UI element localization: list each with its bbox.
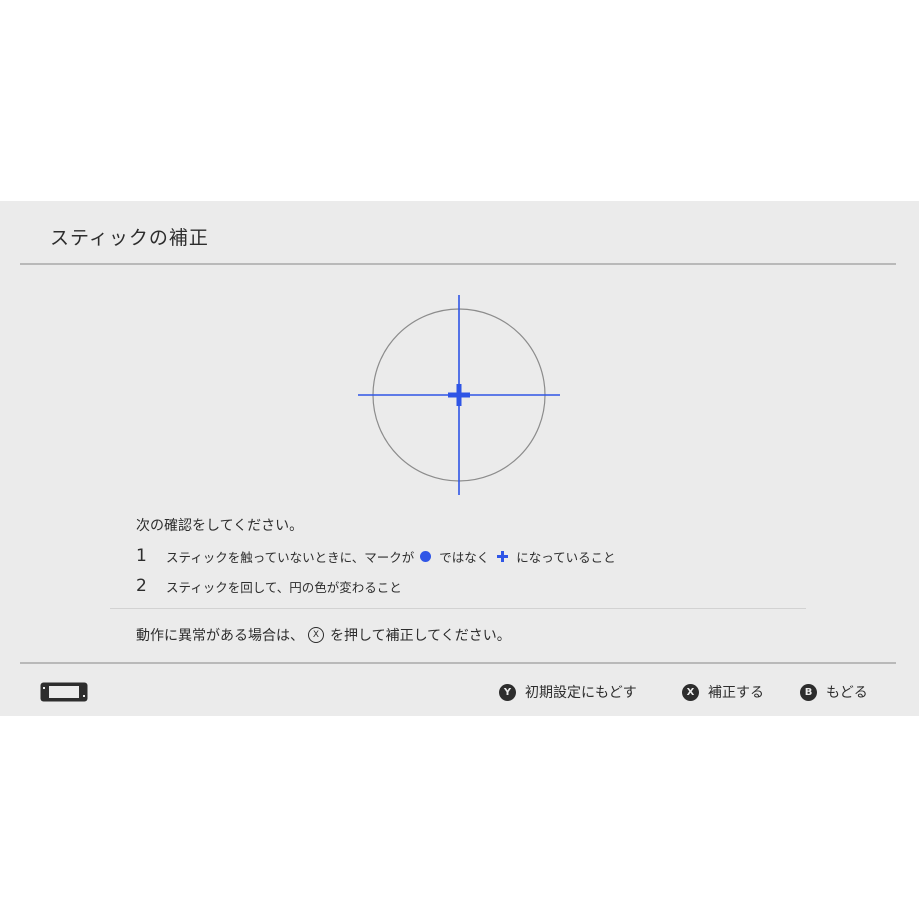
- step-text-middle: ではなく: [439, 549, 490, 565]
- page-title: スティックの補正: [50, 227, 209, 249]
- instruction-step-1: 1 スティックを触っていないときに、マークが ではなく になっていること: [136, 546, 616, 566]
- calibration-note: 動作に異常がある場合は、 X を押して補正してください。: [136, 625, 511, 645]
- back-button[interactable]: B もどる: [800, 682, 868, 702]
- calibrate-label: 補正する: [708, 685, 764, 701]
- reset-defaults-label: 初期設定にもどす: [525, 685, 637, 701]
- reset-defaults-button[interactable]: Y 初期設定にもどす: [499, 682, 637, 702]
- switch-console-icon: [40, 682, 88, 702]
- x-button-icon: X: [682, 683, 699, 701]
- header-divider: [20, 263, 896, 265]
- content-divider: [110, 608, 806, 609]
- step-number: 2: [136, 576, 147, 596]
- b-button-icon: B: [800, 683, 817, 701]
- note-text-before: 動作に異常がある場合は、: [136, 628, 304, 644]
- footer-bar: Y 初期設定にもどす X 補正する B もどる: [0, 664, 919, 716]
- instruction-step-2: 2 スティックを回して、円の色が変わること: [136, 576, 402, 596]
- step-number: 1: [136, 546, 147, 566]
- calibration-screen: スティックの補正 次の確認をしてください。 1 スティックを触っていないときに、…: [0, 201, 919, 716]
- back-label: もどる: [826, 685, 868, 701]
- stick-visualizer: [358, 295, 560, 495]
- calibrate-button[interactable]: X 補正する: [682, 682, 764, 702]
- stick-diagram: [358, 295, 560, 495]
- x-button-icon: X: [308, 627, 324, 643]
- plus-mark-icon: [497, 550, 509, 562]
- instruction-lead: 次の確認をしてください。: [136, 518, 304, 534]
- step-text-after: になっていること: [516, 549, 616, 565]
- dot-mark-icon: [420, 550, 432, 562]
- y-button-icon: Y: [499, 683, 516, 701]
- step-text: スティックを回して、円の色が変わること: [166, 579, 402, 595]
- note-text-after: を押して補正してください。: [330, 628, 511, 644]
- step-text-before: スティックを触っていないときに、マークが: [166, 549, 415, 565]
